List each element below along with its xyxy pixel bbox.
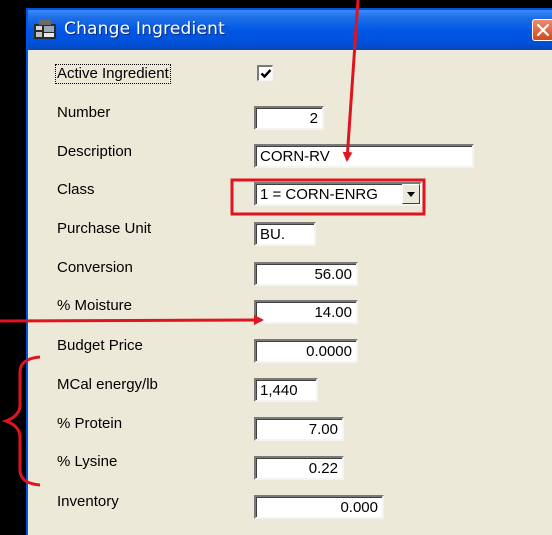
- protein-label: % Protein: [57, 415, 123, 432]
- moisture-label: % Moisture: [57, 297, 133, 314]
- inventory-field[interactable]: 0.000: [254, 495, 384, 519]
- screen: Change Ingredient Active Ingredient Numb…: [0, 0, 552, 535]
- purchase-unit-label: Purchase Unit: [57, 220, 152, 237]
- mcal-energy-label: MCal energy/lb: [57, 376, 158, 393]
- mcal-energy-field[interactable]: 1,440: [254, 378, 318, 402]
- title-bar[interactable]: Change Ingredient: [28, 10, 552, 50]
- description-label: Description: [57, 143, 133, 160]
- lysine-label: % Lysine: [57, 453, 118, 470]
- protein-field[interactable]: 7.00: [254, 417, 344, 441]
- budget-price-field[interactable]: 0.0000: [254, 339, 358, 363]
- number-label: Number: [57, 104, 111, 121]
- purchase-unit-field[interactable]: BU.: [254, 222, 316, 246]
- class-select[interactable]: 1 = CORN-ENRG: [254, 182, 422, 206]
- active-ingredient-label[interactable]: Active Ingredient: [55, 64, 171, 84]
- description-field[interactable]: CORN-RV: [254, 144, 474, 168]
- class-label: Class: [57, 181, 95, 198]
- close-button[interactable]: [532, 19, 552, 41]
- number-field[interactable]: 2: [254, 106, 324, 130]
- checkmark-icon: [260, 69, 272, 79]
- budget-price-label: Budget Price: [57, 337, 143, 354]
- moisture-field[interactable]: 14.00: [254, 300, 358, 324]
- ingredient-app-icon: [33, 20, 57, 40]
- chevron-down-icon: [407, 192, 415, 197]
- conversion-label: Conversion: [57, 259, 133, 276]
- class-dropdown-button[interactable]: [402, 184, 420, 204]
- dialog-title: Change Ingredient: [64, 19, 225, 39]
- class-selected-value: 1 = CORN-ENRG: [260, 186, 378, 203]
- conversion-field[interactable]: 56.00: [254, 262, 358, 286]
- lysine-field[interactable]: 0.22: [254, 456, 344, 480]
- inventory-label: Inventory: [57, 493, 119, 510]
- change-ingredient-dialog: Change Ingredient Active Ingredient Numb…: [26, 8, 552, 535]
- close-icon: [537, 24, 549, 36]
- active-ingredient-checkbox[interactable]: [257, 65, 273, 81]
